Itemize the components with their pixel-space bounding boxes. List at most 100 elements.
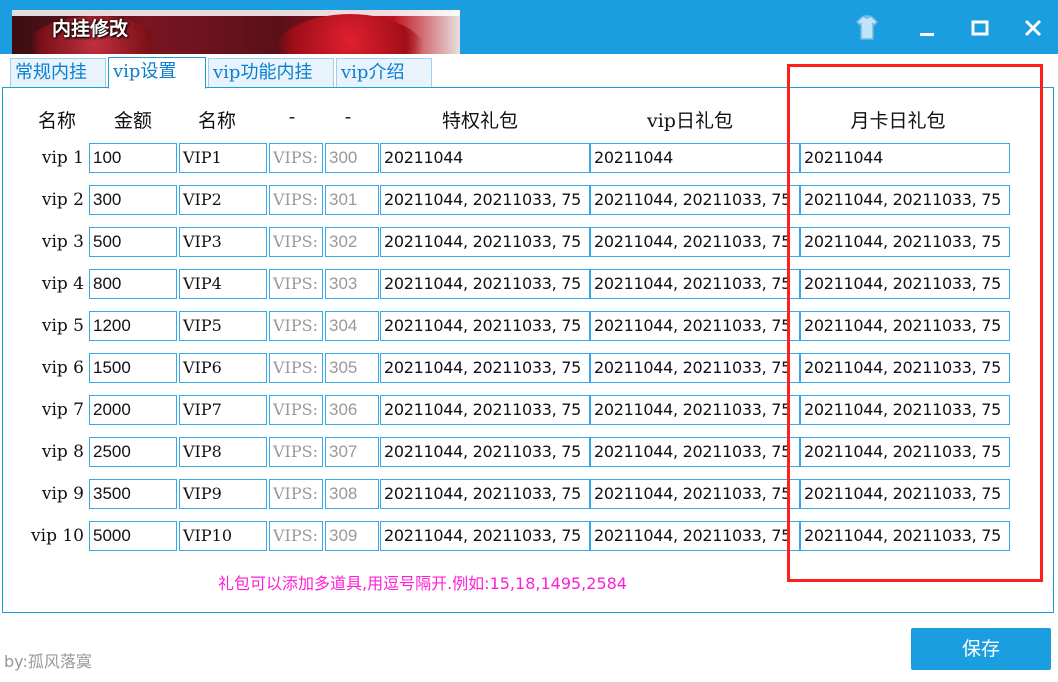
vip-code-input[interactable]: VIPS: (269, 395, 323, 425)
row-label: vip 4 (41, 274, 84, 294)
vip-num-input[interactable]: 300 (325, 143, 379, 173)
daily-pack-input[interactable]: 20211044, 20211033, 75 (590, 269, 800, 299)
amount-input[interactable]: 300 (89, 185, 177, 215)
hint-text: 礼包可以添加多道具,用逗号隔开.例如:15,18,1495,2584 (218, 574, 627, 593)
vip-name-input[interactable]: VIP7 (179, 395, 267, 425)
minimize-button[interactable] (910, 12, 944, 44)
amount-input[interactable]: 5000 (89, 521, 177, 551)
amount-input[interactable]: 2500 (89, 437, 177, 467)
vip-num-input[interactable]: 303 (325, 269, 379, 299)
header-dash-1: - (288, 106, 296, 128)
daily-pack-input[interactable]: 20211044, 20211033, 75 (590, 185, 800, 215)
privilege-pack-input[interactable]: 20211044, 20211033, 75 (380, 185, 590, 215)
vip-code-input[interactable]: VIPS: (269, 227, 323, 257)
vip-name-input[interactable]: VIP8 (179, 437, 267, 467)
monthly-pack-input[interactable]: 20211044, 20211033, 75 (800, 437, 1010, 467)
vip-name-input[interactable]: VIP10 (179, 521, 267, 551)
vip-code-input[interactable]: VIPS: (269, 479, 323, 509)
daily-pack-input[interactable]: 20211044 (590, 143, 800, 173)
save-button[interactable]: 保存 (911, 628, 1051, 670)
row-label: vip 9 (41, 484, 84, 504)
vip-num-input[interactable]: 304 (325, 311, 379, 341)
monthly-pack-input[interactable]: 20211044, 20211033, 75 (800, 353, 1010, 383)
header-name: 名称 (37, 110, 76, 132)
row-label: vip 8 (41, 442, 84, 462)
privilege-pack-input[interactable]: 20211044, 20211033, 75 (380, 269, 590, 299)
tab-vip-features[interactable]: vip功能内挂 (208, 58, 334, 88)
daily-pack-input[interactable]: 20211044, 20211033, 75 (590, 437, 800, 467)
monthly-pack-input[interactable]: 20211044, 20211033, 75 (800, 479, 1010, 509)
row-label: vip 5 (41, 316, 84, 336)
monthly-pack-input[interactable]: 20211044, 20211033, 75 (800, 227, 1010, 257)
author-label: by:孤风落寞 (4, 652, 92, 671)
vip-num-input[interactable]: 307 (325, 437, 379, 467)
vip-code-input[interactable]: VIPS: (269, 185, 323, 215)
monthly-pack-input[interactable]: 20211044 (800, 143, 1010, 173)
tab-vip-settings[interactable]: vip设置 (108, 57, 206, 89)
header-dash-2: - (344, 106, 352, 128)
monthly-pack-input[interactable]: 20211044, 20211033, 75 (800, 185, 1010, 215)
close-button[interactable] (1016, 12, 1050, 44)
header-vip-name: 名称 (197, 110, 236, 132)
row-label: vip 1 (41, 148, 84, 168)
vip-num-input[interactable]: 305 (325, 353, 379, 383)
vip-code-input[interactable]: VIPS: (269, 437, 323, 467)
row-label: vip 10 (31, 526, 84, 546)
amount-input[interactable]: 1500 (89, 353, 177, 383)
skin-icon[interactable] (850, 12, 884, 44)
monthly-pack-input[interactable]: 20211044, 20211033, 75 (800, 521, 1010, 551)
tab-bar: 常规内挂 vip设置 vip功能内挂 vip介绍 (0, 54, 1058, 89)
privilege-pack-input[interactable]: 20211044, 20211033, 75 (380, 353, 590, 383)
privilege-pack-input[interactable]: 20211044, 20211033, 75 (380, 437, 590, 467)
amount-input[interactable]: 800 (89, 269, 177, 299)
amount-input[interactable]: 3500 (89, 479, 177, 509)
vip-name-input[interactable]: VIP6 (179, 353, 267, 383)
maximize-icon (971, 20, 989, 36)
vip-num-input[interactable]: 302 (325, 227, 379, 257)
daily-pack-input[interactable]: 20211044, 20211033, 75 (590, 227, 800, 257)
vip-num-input[interactable]: 301 (325, 185, 379, 215)
window-title: 内挂修改 (52, 18, 129, 40)
privilege-pack-input[interactable]: 20211044, 20211033, 75 (380, 311, 590, 341)
maximize-button[interactable] (963, 12, 997, 44)
monthly-pack-input[interactable]: 20211044, 20211033, 75 (800, 269, 1010, 299)
title-bar: 内挂修改 (0, 0, 1058, 54)
privilege-pack-input[interactable]: 20211044 (380, 143, 590, 173)
privilege-pack-input[interactable]: 20211044, 20211033, 75 (380, 521, 590, 551)
daily-pack-input[interactable]: 20211044, 20211033, 75 (590, 311, 800, 341)
vip-name-input[interactable]: VIP2 (179, 185, 267, 215)
header-vip-daily-pack: vip日礼包 (647, 110, 733, 132)
vip-code-input[interactable]: VIPS: (269, 269, 323, 299)
amount-input[interactable]: 2000 (89, 395, 177, 425)
privilege-pack-input[interactable]: 20211044, 20211033, 75 (380, 395, 590, 425)
vip-name-input[interactable]: VIP5 (179, 311, 267, 341)
vip-num-input[interactable]: 306 (325, 395, 379, 425)
amount-input[interactable]: 100 (89, 143, 177, 173)
row-label: vip 3 (41, 232, 84, 252)
vip-name-input[interactable]: VIP9 (179, 479, 267, 509)
daily-pack-input[interactable]: 20211044, 20211033, 75 (590, 353, 800, 383)
tab-general[interactable]: 常规内挂 (10, 58, 106, 88)
amount-input[interactable]: 500 (89, 227, 177, 257)
vip-name-input[interactable]: VIP1 (179, 143, 267, 173)
daily-pack-input[interactable]: 20211044, 20211033, 75 (590, 521, 800, 551)
amount-input[interactable]: 1200 (89, 311, 177, 341)
privilege-pack-input[interactable]: 20211044, 20211033, 75 (380, 227, 590, 257)
header-monthly-pack: 月卡日礼包 (850, 110, 946, 132)
close-icon (1024, 19, 1042, 37)
vip-num-input[interactable]: 308 (325, 479, 379, 509)
vip-num-input[interactable]: 309 (325, 521, 379, 551)
daily-pack-input[interactable]: 20211044, 20211033, 75 (590, 395, 800, 425)
privilege-pack-input[interactable]: 20211044, 20211033, 75 (380, 479, 590, 509)
vip-name-input[interactable]: VIP4 (179, 269, 267, 299)
vip-code-input[interactable]: VIPS: (269, 143, 323, 173)
monthly-pack-input[interactable]: 20211044, 20211033, 75 (800, 395, 1010, 425)
vip-code-input[interactable]: VIPS: (269, 353, 323, 383)
row-label: vip 7 (41, 400, 84, 420)
daily-pack-input[interactable]: 20211044, 20211033, 75 (590, 479, 800, 509)
tab-vip-intro[interactable]: vip介绍 (336, 58, 432, 88)
vip-code-input[interactable]: VIPS: (269, 521, 323, 551)
vip-code-input[interactable]: VIPS: (269, 311, 323, 341)
monthly-pack-input[interactable]: 20211044, 20211033, 75 (800, 311, 1010, 341)
vip-name-input[interactable]: VIP3 (179, 227, 267, 257)
